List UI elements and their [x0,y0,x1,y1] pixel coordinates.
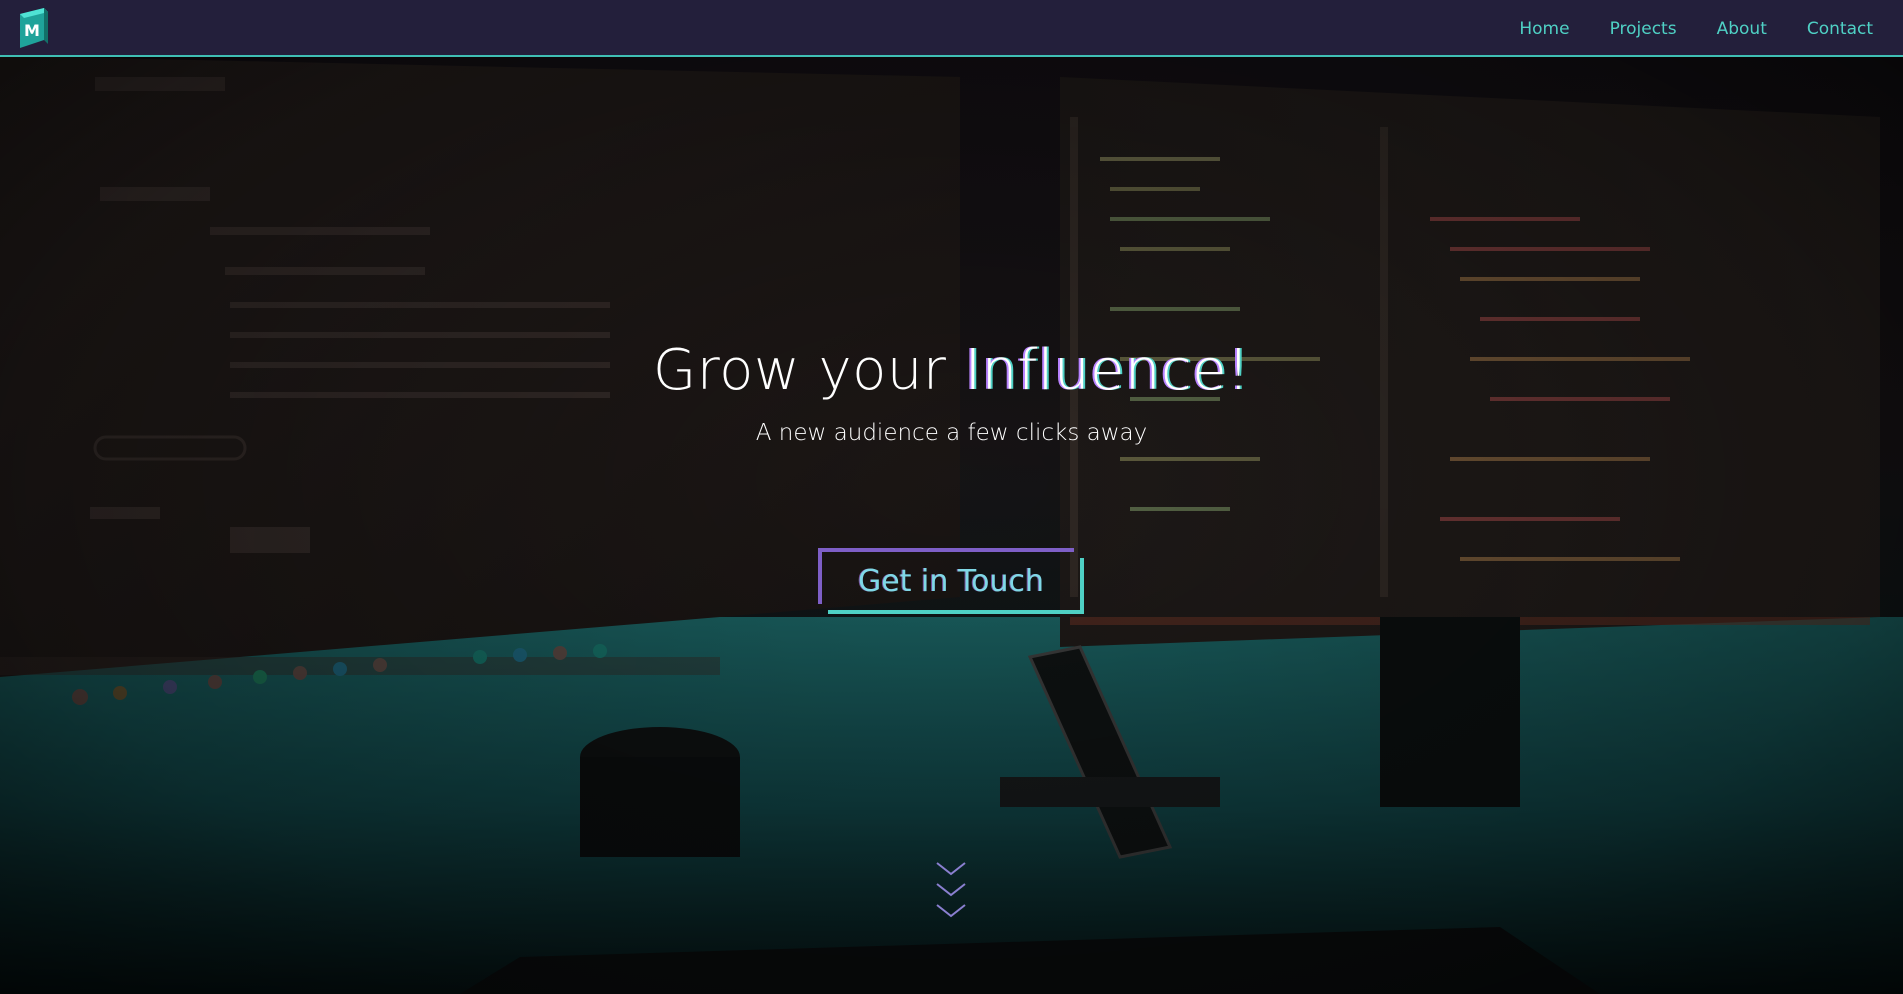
navbar: M Home Projects About Contact [0,0,1903,57]
headline-start: Grow your [652,338,965,403]
hero-headline: Grow your Influence! [0,338,1903,403]
nav-link-contact[interactable]: Contact [1807,19,1873,39]
cta-wrapper: Get in Touch [818,548,1084,614]
hero-content: Grow your Influence! A new audience a fe… [0,0,1903,937]
logo-icon[interactable]: M [14,8,50,50]
headline-accent: Influence! [964,338,1251,403]
scroll-down-chevrons-icon[interactable] [934,858,968,924]
page: M Home Projects About Contact Grow your … [0,0,1903,994]
hero-subtitle: A new audience a few clicks away [755,420,1148,446]
get-in-touch-button[interactable]: Get in Touch [818,548,1084,614]
nav-link-home[interactable]: Home [1519,19,1569,39]
nav-link-about[interactable]: About [1717,19,1767,39]
nav-link-projects[interactable]: Projects [1610,19,1677,39]
logo-letter: M [24,21,40,40]
nav-links: Home Projects About Contact [1519,0,1873,57]
